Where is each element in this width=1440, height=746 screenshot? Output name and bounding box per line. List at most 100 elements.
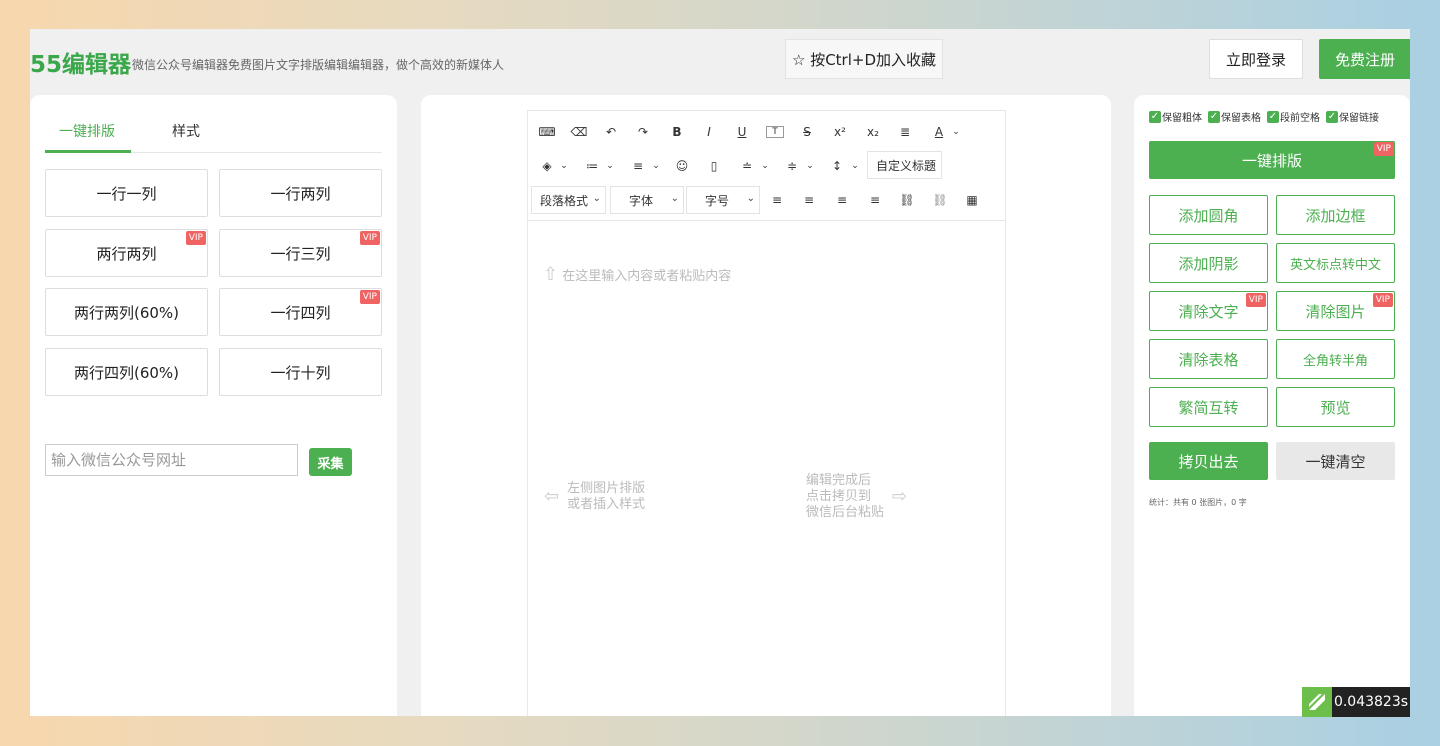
add-radius-button[interactable]: 添加圆角 xyxy=(1149,195,1268,235)
align-justify-icon[interactable]: ≡ xyxy=(866,189,884,211)
layout-2row-2col[interactable]: 两行两列 VIP xyxy=(45,229,208,277)
rich-text-editor[interactable]: ⌨ ⌫ ↶ ↷ B I U T S x² x₂ ≣ A ⌄ ◈ ⌄ ≔ ⌄ ≡ xyxy=(527,110,1006,716)
redo-icon[interactable]: ↷ xyxy=(634,121,652,143)
vip-badge: VIP xyxy=(1245,293,1266,307)
keep-table-checkbox[interactable]: ✓ 保留表格 xyxy=(1208,109,1261,124)
layout-2row-4col-60[interactable]: 两行四列(60%) xyxy=(45,348,208,396)
add-border-button[interactable]: 添加边框 xyxy=(1276,195,1395,235)
chevron-down-icon[interactable]: ⌄ xyxy=(650,155,662,177)
traditional-simplified-button[interactable]: 繁简互转 xyxy=(1149,387,1268,427)
paragraph-indent-checkbox[interactable]: ✓ 段前空格 xyxy=(1267,109,1320,124)
chevron-down-icon: ⌄ xyxy=(670,193,679,204)
highlight-icon[interactable]: ◈ xyxy=(538,155,556,177)
quote-icon[interactable]: ≣ xyxy=(896,121,914,143)
bold-icon[interactable]: B xyxy=(668,121,686,143)
clear-text-button[interactable]: 清除文字 VIP xyxy=(1149,291,1268,331)
register-button[interactable]: 免费注册 xyxy=(1319,39,1410,79)
keep-link-checkbox[interactable]: ✓ 保留链接 xyxy=(1326,109,1379,124)
copy-out-button[interactable]: 拷贝出去 xyxy=(1149,442,1268,480)
chevron-down-icon: ⌄ xyxy=(746,193,755,204)
layout-panel: 一键排版 样式 一行一列 一行两列 两行两列 VIP 一行三列 VIP 两行两列(6… xyxy=(30,95,397,716)
ordered-list-icon[interactable]: ≔ xyxy=(583,155,601,177)
unlink-icon[interactable]: ⛓ xyxy=(931,189,949,211)
align-right-icon[interactable]: ≡ xyxy=(833,189,851,211)
line-height-icon[interactable]: ↕ xyxy=(828,155,846,177)
keep-bold-checkbox[interactable]: ✓ 保留粗体 xyxy=(1149,109,1202,124)
add-favorite-button[interactable]: ☆ 按Ctrl+D加入收藏 xyxy=(785,39,943,79)
font-color-icon[interactable]: A xyxy=(930,121,948,143)
editor-placeholder: ⇧ 在这里输入内容或者粘贴内容 xyxy=(543,264,732,285)
emoji-icon[interactable]: ☺ xyxy=(673,155,691,177)
stats-text: 统计：共有 0 张图片，0 字 xyxy=(1149,498,1247,507)
font-size-select[interactable]: 字号 ⌄ xyxy=(686,186,760,214)
chevron-down-icon[interactable]: ⌄ xyxy=(558,155,570,177)
tab-styles[interactable]: 样式 xyxy=(172,121,200,141)
collect-button[interactable]: 采集 xyxy=(309,448,352,476)
header: 55编辑器 微信公众号编辑器免费图片文字排版编辑编辑器，做个高效的新媒体人 ☆ … xyxy=(30,29,1410,91)
layout-1row-1col[interactable]: 一行一列 xyxy=(45,169,208,217)
table-icon[interactable]: ▦ xyxy=(963,189,981,211)
arrow-up-icon: ⇧ xyxy=(543,264,559,285)
vip-badge: VIP xyxy=(359,290,380,304)
eraser-icon[interactable]: ⌫ xyxy=(570,121,588,143)
layout-1row-3col[interactable]: 一行三列 VIP xyxy=(219,229,382,277)
row-spacing-bottom-icon[interactable]: ≑ xyxy=(783,155,801,177)
subscript-icon[interactable]: x₂ xyxy=(863,121,883,143)
underline-icon[interactable]: U xyxy=(733,121,751,143)
options-row: ✓ 保留粗体 ✓ 保留表格 ✓ 段前空格 ✓ 保留链接 xyxy=(1149,109,1379,124)
layout-1row-2col[interactable]: 一行两列 xyxy=(219,169,382,217)
leaf-logo-icon xyxy=(1302,687,1332,717)
align-left-icon[interactable]: ≡ xyxy=(768,189,786,211)
vip-badge: VIP xyxy=(359,231,380,245)
chevron-down-icon[interactable]: ⌄ xyxy=(759,155,771,177)
clear-table-button[interactable]: 清除表格 xyxy=(1149,339,1268,379)
unordered-list-icon[interactable]: ≡ xyxy=(629,155,647,177)
punctuation-convert-button[interactable]: 英文标点转中文 xyxy=(1276,243,1395,283)
font-family-select[interactable]: 字体 ⌄ xyxy=(610,186,684,214)
page-icon[interactable]: ▯ xyxy=(705,155,723,177)
strikethrough-icon[interactable]: S xyxy=(798,121,816,143)
link-icon[interactable]: ⛓ xyxy=(898,189,916,211)
clear-images-button[interactable]: 清除图片 VIP xyxy=(1276,291,1395,331)
login-button[interactable]: 立即登录 xyxy=(1209,39,1303,79)
align-center-icon[interactable]: ≡ xyxy=(800,189,818,211)
arrow-right-icon: ⇨ xyxy=(892,486,908,507)
logo[interactable]: 55编辑器 xyxy=(30,45,131,79)
arrow-left-icon: ⇦ xyxy=(544,486,560,507)
add-shadow-button[interactable]: 添加阴影 xyxy=(1149,243,1268,283)
preview-button[interactable]: 预览 xyxy=(1276,387,1395,427)
tab-onekey-layout[interactable]: 一键排版 xyxy=(59,121,115,141)
fullwidth-to-halfwidth-button[interactable]: 全角转半角 xyxy=(1276,339,1395,379)
custom-title-select[interactable]: 自定义标题 ⌄ xyxy=(867,151,942,179)
source-code-icon[interactable]: ⌨ xyxy=(538,121,556,143)
chevron-down-icon: ⌄ xyxy=(928,158,937,169)
wechat-url-input[interactable] xyxy=(45,444,298,476)
function-panel: ✓ 保留粗体 ✓ 保留表格 ✓ 段前空格 ✓ 保留链接 一键排版 VIP 添加圆角 添加… xyxy=(1134,95,1410,716)
chevron-down-icon[interactable]: ⌄ xyxy=(604,155,616,177)
check-icon: ✓ xyxy=(1267,110,1279,123)
chevron-down-icon[interactable]: ⌄ xyxy=(804,155,816,177)
vip-badge: VIP xyxy=(1373,142,1394,156)
clear-all-button[interactable]: 一键清空 xyxy=(1276,442,1395,480)
hint-right: 编辑完成后 点击拷贝到 微信后台粘贴 ⇨ xyxy=(806,473,908,520)
editor-toolbar: ⌨ ⌫ ↶ ↷ B I U T S x² x₂ ≣ A ⌄ ◈ ⌄ ≔ ⌄ ≡ xyxy=(528,111,1005,221)
row-spacing-top-icon[interactable]: ≐ xyxy=(738,155,756,177)
layout-1row-10col[interactable]: 一行十列 xyxy=(219,348,382,396)
layout-1row-4col[interactable]: 一行四列 VIP xyxy=(219,288,382,336)
timer-value: 0.043823s xyxy=(1332,687,1410,717)
undo-icon[interactable]: ↶ xyxy=(602,121,620,143)
italic-icon[interactable]: I xyxy=(700,121,718,143)
layout-tabs: 一键排版 样式 xyxy=(45,109,382,153)
chevron-down-icon: ⌄ xyxy=(592,193,601,204)
chevron-down-icon[interactable]: ⌄ xyxy=(950,121,962,143)
editor-panel: ⌨ ⌫ ↶ ↷ B I U T S x² x₂ ≣ A ⌄ ◈ ⌄ ≔ ⌄ ≡ xyxy=(421,95,1111,716)
hint-left: ⇦ 左侧图片排版 或者插入样式 xyxy=(544,481,646,512)
paragraph-format-select[interactable]: 段落格式 ⌄ xyxy=(531,186,606,214)
superscript-icon[interactable]: x² xyxy=(830,121,850,143)
timer-badge: 0.043823s xyxy=(1302,687,1410,717)
onekey-layout-button[interactable]: 一键排版 VIP xyxy=(1149,141,1395,179)
chevron-down-icon[interactable]: ⌄ xyxy=(849,155,861,177)
text-border-icon[interactable]: T xyxy=(766,126,784,138)
layout-2row-2col-60[interactable]: 两行两列(60%) xyxy=(45,288,208,336)
vip-badge: VIP xyxy=(1372,293,1393,307)
